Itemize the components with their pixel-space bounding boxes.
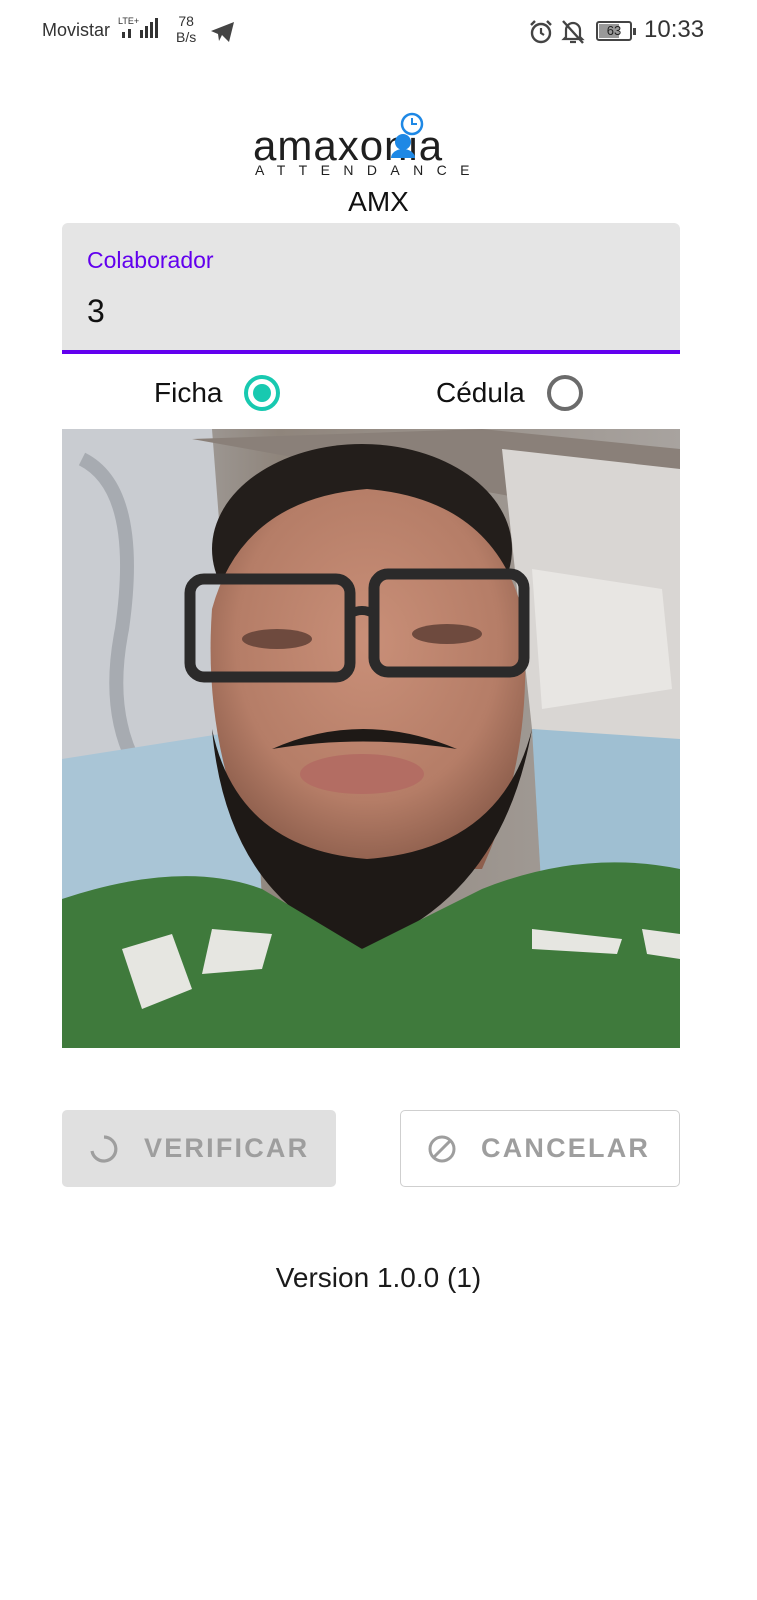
radio-cedula-label: Cédula: [436, 377, 525, 408]
clock-person-icon: [391, 112, 431, 164]
signal-icon: LTE+: [118, 14, 164, 48]
bell-muted-icon: [560, 18, 586, 50]
block-icon: [427, 1134, 457, 1164]
verify-button-label: VERIFICAR: [144, 1133, 310, 1163]
radio-ficha-label: Ficha: [154, 377, 223, 408]
telegram-icon: [210, 20, 236, 48]
radio-cedula[interactable]: Cédula: [436, 370, 583, 416]
battery-level: 63: [606, 23, 622, 38]
alarm-icon: [528, 19, 554, 49]
speed-value: 78: [178, 13, 194, 29]
carrier-name: Movistar: [42, 20, 111, 40]
amaxonia-logo: amaxonia ATTENDANCE: [253, 110, 493, 182]
speed-unit: B/s: [176, 29, 197, 45]
radio-ficha[interactable]: Ficha: [154, 370, 281, 416]
version-text: Version 1.0.0 (1): [275, 1262, 482, 1293]
app-name: AMX: [348, 186, 409, 217]
cancel-button-label: CANCELAR: [481, 1133, 651, 1163]
clock: 10:33: [644, 16, 705, 43]
network-type: LTE+: [118, 16, 139, 26]
verify-button[interactable]: VERIFICAR: [62, 1110, 336, 1187]
colaborador-field[interactable]: Colaborador: [62, 223, 680, 354]
cancel-button[interactable]: CANCELAR: [400, 1110, 680, 1187]
status-bar: Movistar LTE+ 78 B/s 63 10:33: [0, 0, 757, 64]
captured-face-photo: [62, 429, 680, 1048]
network-speed: 78 B/s: [176, 13, 196, 45]
radio-ficha-button[interactable]: [244, 375, 281, 411]
colaborador-input[interactable]: [87, 293, 647, 330]
loading-spinner-icon: [88, 1133, 120, 1165]
radio-cedula-button[interactable]: [546, 375, 583, 411]
battery-icon: 63: [596, 21, 636, 41]
logo-subtitle: ATTENDANCE: [255, 162, 483, 178]
colaborador-label: Colaborador: [87, 247, 214, 273]
